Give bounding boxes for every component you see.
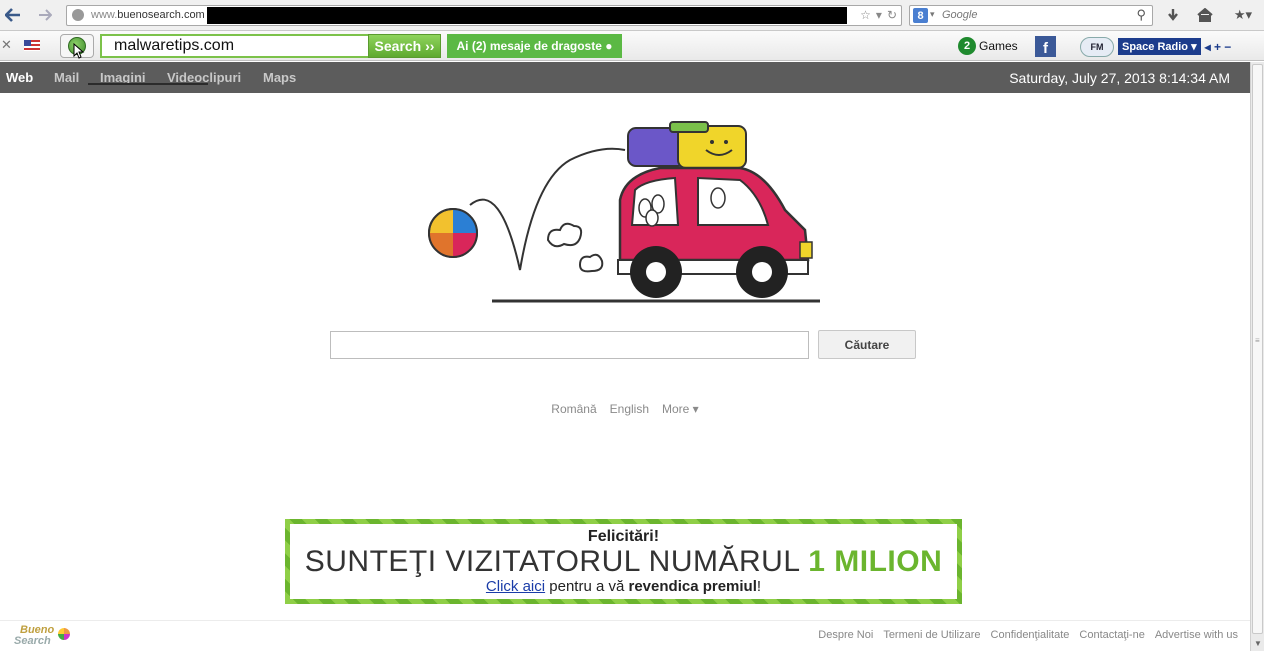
engine-dropdown-icon[interactable]: ▾ (930, 9, 935, 20)
url-bar[interactable]: www.buenosearch.com ☆ ▾ ↻ (66, 5, 902, 26)
logo-icon (58, 628, 70, 640)
radio-label[interactable]: Space Radio ▾ (1118, 38, 1201, 55)
lang-romana[interactable]: Română (551, 402, 596, 416)
reload-icon[interactable]: ↻ (887, 8, 897, 22)
dropdown-arrow-icon[interactable]: ▾ (876, 8, 882, 22)
language-list: Română English More ▾ (0, 402, 1250, 416)
banner-cta: Click aici pentru a vă revendica premiul… (485, 578, 762, 595)
addon-toolbar: ✕ malwaretips.com Search ›› Ai (2) mesaj… (0, 31, 1264, 61)
back-icon[interactable] (2, 5, 24, 25)
close-icon[interactable]: ✕ (1, 37, 12, 53)
banner-click-link[interactable]: Click aici (486, 578, 545, 595)
games-icon: 2 (958, 37, 976, 55)
nav-maps[interactable]: Maps (263, 70, 296, 85)
current-datetime: Saturday, July 27, 2013 8:14:34 AM (1009, 70, 1230, 86)
footer-link-advertise[interactable]: Advertise with us (1155, 629, 1238, 641)
forward-icon[interactable] (34, 5, 56, 25)
globe-icon (72, 9, 84, 21)
lang-english[interactable]: English (610, 402, 649, 416)
footer-links: Despre Noi Termeni de Utilizare Confiden… (818, 629, 1238, 641)
browser-navbar: www.buenosearch.com ☆ ▾ ↻ 8 ▾ Google ⚲ ★… (0, 0, 1264, 31)
main-search-input[interactable] (330, 331, 809, 359)
games-button[interactable]: 2 Games (958, 37, 1018, 55)
ball-icon (428, 208, 478, 258)
redaction-bar (207, 7, 847, 24)
lang-more[interactable]: More ▾ (662, 402, 699, 416)
banner-title: Felicitări! (587, 528, 660, 545)
radio-icon: FM (1080, 36, 1114, 57)
home-icon[interactable] (1194, 5, 1216, 25)
google-icon[interactable]: 8 (913, 8, 928, 23)
browser-window: www.buenosearch.com ☆ ▾ ↻ 8 ▾ Google ⚲ ★… (0, 0, 1264, 651)
toolbar-search-input[interactable]: malwaretips.com (100, 34, 368, 58)
star-icon[interactable]: ☆ (860, 8, 871, 22)
nav-hover-underline (88, 83, 208, 85)
footer-link-terms[interactable]: Termeni de Utilizare (883, 629, 980, 641)
browser-search-box[interactable]: 8 ▾ Google ⚲ (909, 5, 1153, 26)
scrollbar-grip-icon: ≡ (1255, 336, 1260, 345)
site-nav: Web Mail Imagini Videoclipuri Maps Satur… (0, 62, 1250, 93)
radio-widget[interactable]: FM Space Radio ▾ ◂ + − (1080, 36, 1250, 57)
page-scrollbar[interactable]: ≡ ▼ (1250, 62, 1264, 651)
search-placeholder: Google (942, 9, 978, 21)
download-icon[interactable] (1162, 5, 1184, 25)
footer-link-contact[interactable]: Contactaţi-ne (1079, 629, 1144, 641)
games-label: Games (979, 39, 1018, 53)
promo-button[interactable]: Ai (2) mesaje de dragoste ● (447, 34, 622, 58)
nav-mail[interactable]: Mail (54, 70, 79, 85)
scroll-down-icon[interactable]: ▼ (1254, 639, 1262, 648)
toolbar-search-button[interactable]: Search ›› (368, 34, 441, 58)
radio-controls[interactable]: ◂ + − (1205, 40, 1232, 54)
facebook-icon[interactable]: f (1035, 36, 1056, 57)
search-icon[interactable]: ⚲ (1136, 7, 1146, 23)
flag-icon[interactable] (24, 40, 40, 51)
nav-web[interactable]: Web (6, 70, 33, 85)
footer-link-privacy[interactable]: Confidenţialitate (991, 629, 1070, 641)
buenosearch-logo[interactable]: Bueno Search (14, 624, 84, 648)
scrollbar-thumb[interactable] (1252, 64, 1263, 634)
globe-button[interactable] (60, 34, 94, 59)
footer-link-about[interactable]: Despre Noi (818, 629, 873, 641)
search-button[interactable]: Căutare (818, 330, 916, 359)
car-illustration (428, 121, 820, 303)
prize-banner-ad[interactable]: Felicitări! SUNTEŢI VIZITATORUL NUMĂRUL … (285, 519, 962, 604)
page-footer: Bueno Search Despre Noi Termeni de Utili… (0, 620, 1250, 651)
url-text: www.buenosearch.com (91, 9, 205, 21)
banner-headline: SUNTEŢI VIZITATORUL NUMĂRUL 1 MILION (304, 545, 943, 578)
bookmark-icon[interactable]: ★▾ (1228, 5, 1258, 25)
